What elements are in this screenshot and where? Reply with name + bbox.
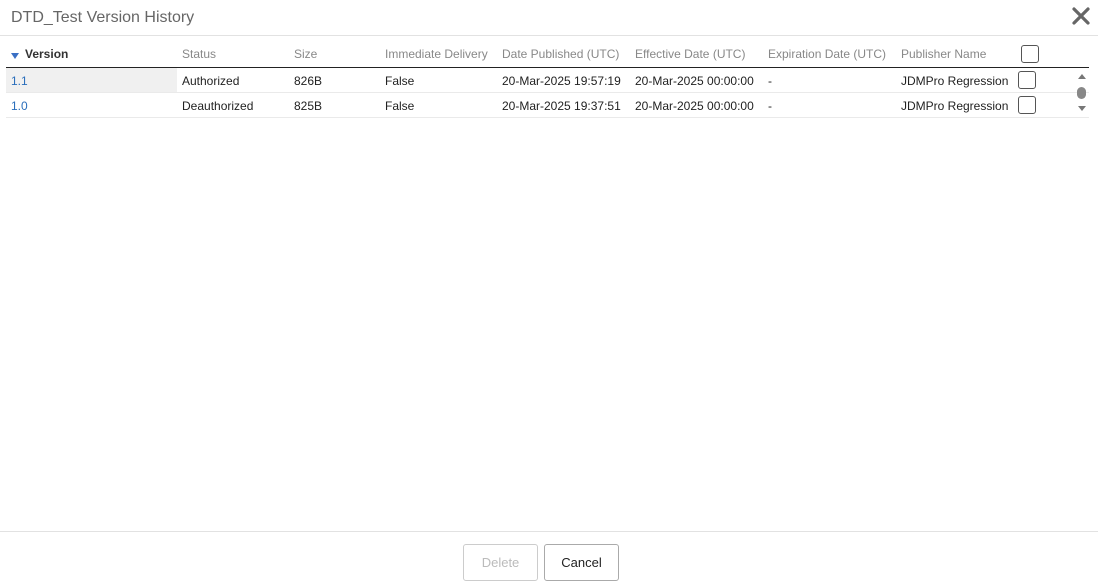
status-cell: Authorized (182, 74, 240, 88)
effective-date-cell: 20-Mar-2025 00:00:00 (635, 99, 754, 113)
column-header-immediate-delivery[interactable]: Immediate Delivery (385, 47, 488, 61)
status-cell: Deauthorized (182, 99, 254, 113)
version-link[interactable]: 1.1 (11, 74, 28, 88)
close-icon (1072, 7, 1090, 25)
version-table: Version Status Size Immediate Delivery D… (6, 40, 1089, 118)
immediate-delivery-cell: False (385, 99, 415, 113)
column-header-size[interactable]: Size (294, 47, 317, 61)
table-header: Version Status Size Immediate Delivery D… (6, 40, 1089, 68)
table-row: 1.1 Authorized 826B False 20-Mar-2025 19… (6, 68, 1089, 93)
dialog-footer: Delete Cancel (0, 531, 1098, 588)
scroll-up-icon[interactable] (1078, 74, 1086, 79)
date-published-cell: 20-Mar-2025 19:57:19 (502, 74, 621, 88)
column-header-expiration-date[interactable]: Expiration Date (UTC) (768, 47, 886, 61)
table-row: 1.0 Deauthorized 825B False 20-Mar-2025 … (6, 93, 1089, 118)
select-all-checkbox[interactable] (1021, 45, 1039, 63)
date-published-cell: 20-Mar-2025 19:37:51 (502, 99, 621, 113)
dialog-header: DTD_Test Version History (0, 0, 1098, 36)
column-header-publisher-name[interactable]: Publisher Name (901, 47, 986, 61)
column-header-status[interactable]: Status (182, 47, 216, 61)
expiration-date-cell: - (768, 74, 772, 88)
scrollbar-thumb[interactable] (1077, 87, 1086, 99)
row-select-checkbox[interactable] (1018, 71, 1036, 89)
publisher-name-cell: JDMPro Regression Test (901, 74, 1009, 88)
immediate-delivery-cell: False (385, 74, 415, 88)
sort-desc-icon (11, 53, 19, 59)
table-body: 1.1 Authorized 826B False 20-Mar-2025 19… (6, 68, 1089, 118)
size-cell: 825B (294, 99, 323, 113)
column-header-effective-date[interactable]: Effective Date (UTC) (635, 47, 745, 61)
cancel-button[interactable]: Cancel (544, 544, 619, 581)
scroll-down-icon[interactable] (1078, 106, 1086, 111)
size-cell: 826B (294, 74, 323, 88)
expiration-date-cell: - (768, 99, 772, 113)
effective-date-cell: 20-Mar-2025 00:00:00 (635, 74, 754, 88)
delete-button[interactable]: Delete (463, 544, 538, 581)
dialog-title: DTD_Test Version History (11, 9, 195, 26)
table-scrollbar[interactable] (1076, 72, 1088, 116)
version-history-dialog: DTD_Test Version History Version Status … (0, 0, 1098, 588)
publisher-name-cell: JDMPro Regression Test (901, 99, 1009, 113)
column-header-version[interactable]: Version (11, 47, 68, 61)
version-link[interactable]: 1.0 (11, 99, 28, 113)
close-button[interactable] (1070, 5, 1092, 27)
column-header-date-published[interactable]: Date Published (UTC) (502, 47, 619, 61)
row-select-checkbox[interactable] (1018, 96, 1036, 114)
